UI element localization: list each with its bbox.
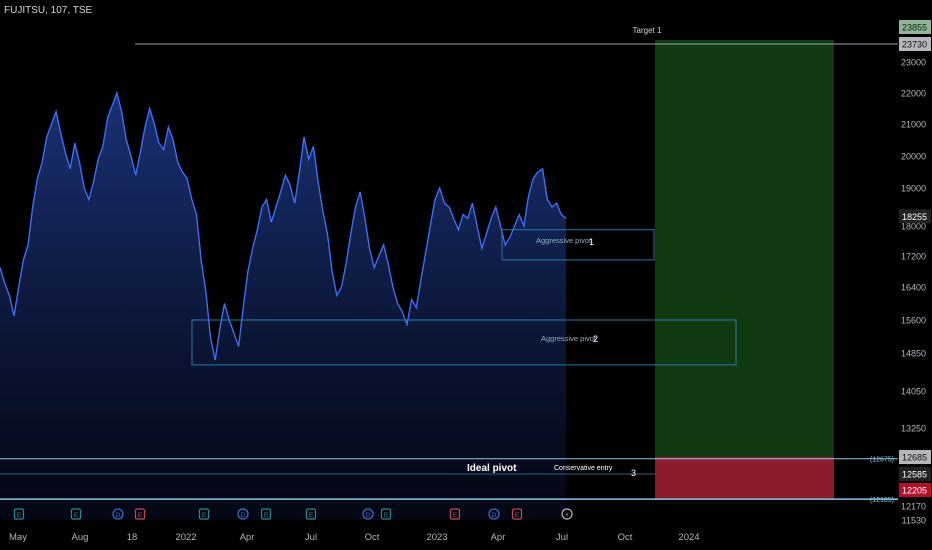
- event-marker-letter-8: D: [366, 512, 371, 519]
- event-marker-letter-13: ⚡: [565, 512, 570, 519]
- y-tick-label-2: 21000: [901, 120, 926, 130]
- x-tick-label-10: Oct: [618, 532, 633, 543]
- y-tick-label-0: 23000: [901, 58, 926, 68]
- price-tag-4: 12585: [902, 470, 927, 480]
- target-zone: [655, 40, 834, 474]
- x-tick-label-7: 2023: [426, 532, 447, 543]
- conservative-number: 3: [631, 468, 636, 478]
- paren-label-0: (12675): [870, 457, 894, 464]
- x-tick-label-11: 2024: [678, 532, 699, 543]
- pivot-1-label: Aggressive pivot: [536, 236, 592, 245]
- event-marker-letter-6: E: [264, 512, 269, 519]
- x-tick-label-5: Jul: [305, 532, 317, 543]
- event-marker-letter-5: D: [241, 512, 246, 519]
- price-tag-3: 12685: [902, 453, 927, 463]
- y-tick-label-6: 17200: [901, 252, 926, 262]
- x-tick-label-1: Aug: [72, 532, 89, 543]
- pivot-1-number: 1: [589, 237, 594, 247]
- y-tick-label-11: 13250: [901, 424, 926, 434]
- paren-label-1: (12185): [870, 497, 894, 504]
- target-label: Target 1: [633, 26, 662, 35]
- event-marker-letter-0: E: [17, 512, 22, 519]
- pivot-2-label: Aggressive pivot: [541, 334, 597, 343]
- ideal-pivot-label: Ideal pivot: [467, 463, 517, 474]
- event-marker-letter-4: E: [202, 512, 207, 519]
- y-tick-label-10: 14050: [901, 387, 926, 397]
- y-tick-label-3: 20000: [901, 152, 926, 162]
- y-tick-label-8: 15600: [901, 316, 926, 326]
- y-tick-label-9: 14850: [901, 349, 926, 359]
- event-marker-letter-12: E: [515, 512, 520, 519]
- price-tag-5: 12205: [902, 486, 927, 496]
- event-marker-letter-1: E: [74, 512, 79, 519]
- event-marker-letter-3: E: [138, 512, 143, 519]
- x-tick-label-8: Apr: [491, 532, 506, 543]
- price-tag-2: 18255: [902, 212, 927, 222]
- x-tick-label-0: May: [9, 532, 27, 543]
- y-tick-label-13: 11530: [902, 516, 926, 526]
- stop-zone: [655, 457, 834, 500]
- pivot-2-number: 2: [593, 334, 598, 344]
- y-tick-label-4: 19000: [901, 184, 926, 194]
- x-tick-label-3: 2022: [175, 532, 196, 543]
- y-tick-label-12: 12170: [901, 502, 926, 512]
- price-area: [0, 93, 566, 520]
- x-tick-label-9: Jul: [556, 532, 568, 543]
- event-marker-letter-2: D: [116, 512, 121, 519]
- price-tag-0: 23855: [902, 23, 927, 33]
- x-tick-label-6: Oct: [365, 532, 380, 543]
- event-marker-letter-10: E: [453, 512, 458, 519]
- price-tag-1: 23730: [902, 40, 927, 50]
- y-tick-label-1: 22000: [901, 89, 926, 99]
- event-marker-letter-9: E: [384, 512, 389, 519]
- price-chart[interactable]: Target 1Aggressive pivot1Aggressive pivo…: [0, 0, 932, 550]
- y-tick-label-7: 16400: [901, 283, 926, 293]
- x-tick-label-4: Apr: [240, 532, 255, 543]
- x-tick-label-2: 18: [127, 532, 138, 543]
- conservative-label: Conservative entry: [554, 465, 613, 472]
- event-marker-letter-7: E: [309, 512, 314, 519]
- event-marker-letter-11: D: [492, 512, 497, 519]
